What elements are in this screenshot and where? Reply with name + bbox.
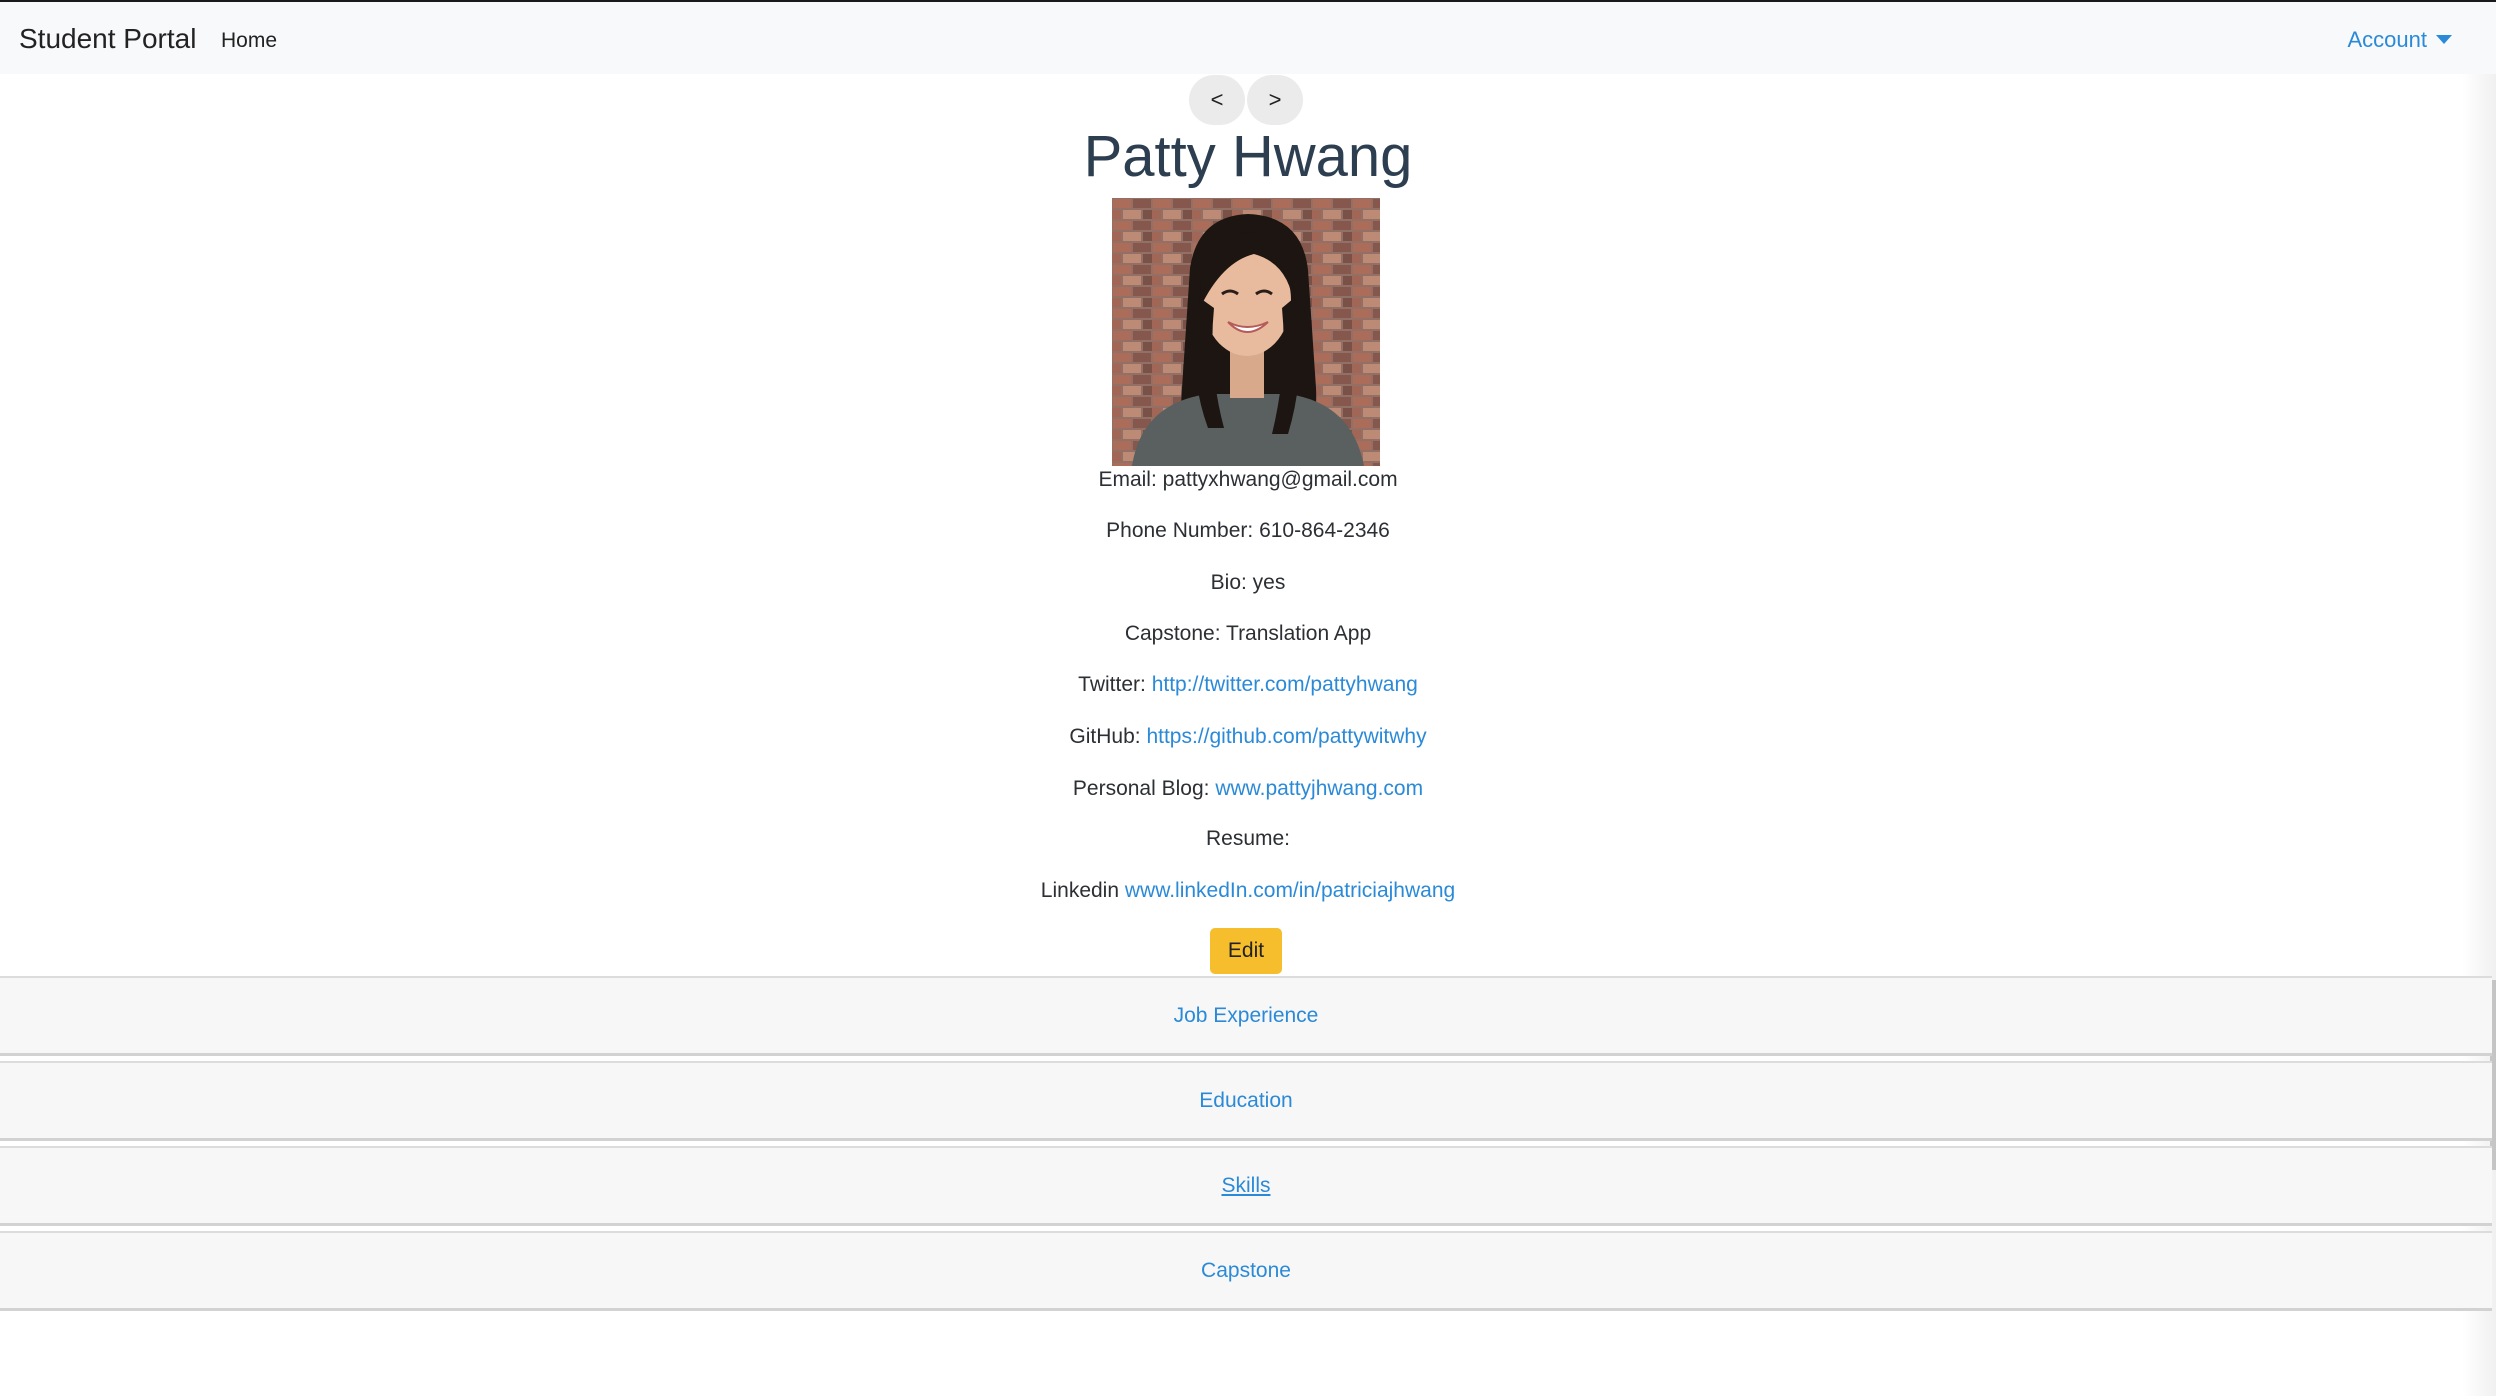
next-student-button[interactable]: > [1247,75,1303,125]
linkedin-link[interactable]: www.linkedIn.com/in/patriciajhwang [1125,879,1455,902]
email-value: pattyxhwang@gmail.com [1162,468,1398,491]
email-label: Email: [1098,468,1157,491]
bio-label: Bio: [1210,571,1247,594]
phone-value: 610-864-2346 [1259,519,1390,542]
email-row: Email: pattyxhwang@gmail.com [0,466,2496,494]
resume-label: Resume: [1205,827,1291,850]
account-dropdown[interactable]: Account [2347,26,2452,54]
phone-label: Phone Number: [1106,519,1254,542]
blog-label: Personal Blog: [1072,777,1210,800]
section-capstone[interactable]: Capstone [0,1231,2492,1311]
github-label: GitHub: [1069,725,1141,748]
resume-row: Resume: [0,825,2496,853]
github-link[interactable]: https://github.com/pattywitwhy [1146,725,1426,748]
bio-row: Bio: yes [0,569,2496,597]
capstone-label: Capstone: [1124,622,1221,645]
section-skills-label: Skills [1221,1174,1271,1197]
section-education[interactable]: Education [0,1061,2492,1141]
top-navbar: Student Portal Home Account [0,0,2496,74]
blog-link[interactable]: www.pattyjhwang.com [1215,777,1423,800]
brand-link[interactable]: Student Portal [19,22,196,56]
blog-row: Personal Blog: www.pattyjhwang.com [0,775,2496,803]
twitter-row: Twitter: http://twitter.com/pattyhwang [0,671,2496,699]
capstone-value: Translation App [1226,622,1372,645]
capstone-row: Capstone: Translation App [0,620,2496,648]
student-name: Patty Hwang [1083,124,1413,189]
section-job-experience-label: Job Experience [1173,1004,1319,1027]
section-education-label: Education [1199,1089,1293,1112]
section-skills[interactable]: Skills [0,1146,2492,1226]
previous-student-button[interactable]: < [1189,75,1245,125]
bio-value: yes [1252,571,1286,594]
profile-photo [1112,198,1380,466]
caret-down-icon [2436,35,2452,44]
nav-home-link[interactable]: Home [221,27,277,55]
linkedin-label: Linkedin [1040,879,1120,902]
account-label: Account [2347,27,2428,52]
twitter-label: Twitter: [1078,673,1146,696]
github-row: GitHub: https://github.com/pattywitwhy [0,723,2496,751]
edit-profile-button[interactable]: Edit [1210,928,1282,974]
section-capstone-label: Capstone [1201,1259,1291,1282]
linkedin-row: Linkedin www.linkedIn.com/in/patriciajhw… [0,877,2496,905]
section-job-experience[interactable]: Job Experience [0,976,2492,1056]
phone-row: Phone Number: 610-864-2346 [0,517,2496,545]
twitter-link[interactable]: http://twitter.com/pattyhwang [1152,673,1418,696]
